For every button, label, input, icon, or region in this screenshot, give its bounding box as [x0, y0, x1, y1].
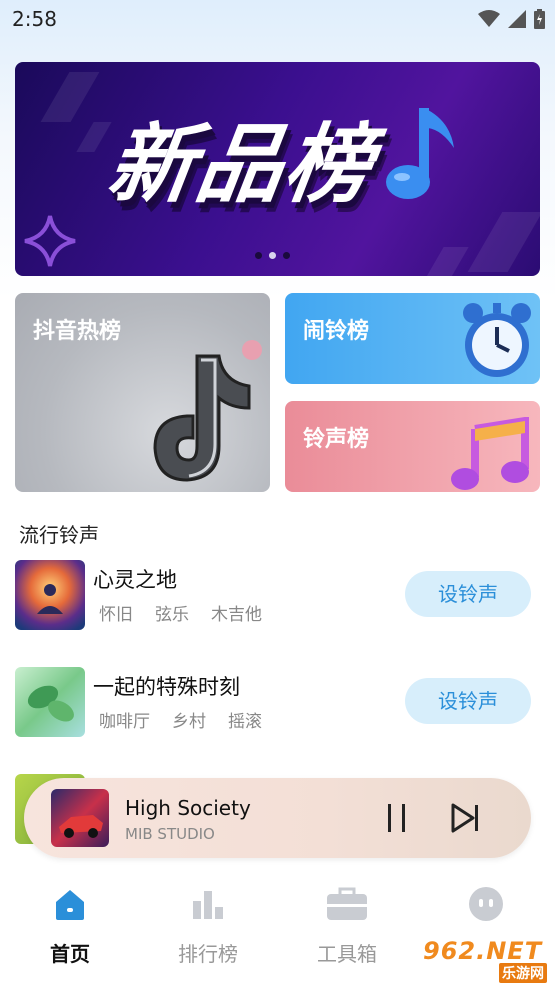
song-tag: 咖啡厅	[99, 712, 150, 732]
sparkle-icon	[24, 215, 76, 267]
profile-icon	[469, 887, 503, 921]
battery-icon	[534, 9, 545, 29]
song-list-item[interactable]: 一起的特殊时刻 咖啡厅 乡村 摇滚 设铃声	[15, 667, 540, 737]
player-artist: MIB STUDIO	[125, 825, 215, 843]
music-note-icon	[386, 108, 454, 199]
status-icons	[478, 9, 545, 29]
watermark-text: 962.NET	[423, 937, 543, 965]
wifi-icon	[478, 10, 500, 27]
douyin-chart-card[interactable]: 抖音热榜	[15, 293, 270, 492]
player-title: High Society	[125, 796, 251, 820]
pause-icon[interactable]	[382, 802, 412, 834]
toolbox-icon	[327, 887, 367, 920]
song-tags: 怀旧 弦乐 木吉他	[99, 600, 262, 625]
tab-toolbox[interactable]: 工具箱	[292, 882, 402, 967]
tab-profile[interactable]	[431, 882, 541, 938]
status-time: 2:58	[12, 7, 57, 31]
alarm-clock-icon	[463, 303, 531, 377]
carousel-dots	[255, 252, 290, 259]
tiktok-logo-icon	[153, 340, 262, 482]
home-icon	[56, 890, 84, 920]
song-tag: 乡村	[172, 712, 206, 732]
skip-next-icon[interactable]	[449, 802, 481, 834]
song-cover	[15, 667, 85, 737]
carousel-dot[interactable]	[283, 252, 290, 259]
song-cover	[15, 560, 85, 630]
song-title: 一起的特殊时刻	[93, 675, 240, 699]
alarm-chart-card[interactable]: 闹铃榜	[285, 293, 540, 384]
carousel-dot[interactable]	[269, 252, 276, 259]
section-title: 流行铃声	[19, 523, 99, 547]
watermark-subtext: 乐游网	[499, 963, 547, 983]
music-notes-icon	[451, 417, 529, 490]
set-ringtone-button[interactable]: 设铃声	[405, 678, 531, 724]
banner-carousel[interactable]: 新品榜	[15, 62, 540, 276]
song-tag: 摇滚	[228, 712, 262, 732]
song-list-item[interactable]: 心灵之地 怀旧 弦乐 木吉他 设铃声	[15, 560, 540, 630]
tab-label: 排行榜	[178, 942, 238, 966]
ringtone-chart-label: 铃声榜	[303, 427, 370, 452]
player-cover	[51, 789, 109, 847]
site-watermark: 962.NET 乐游网	[415, 935, 555, 983]
status-bar: 2:58	[0, 0, 555, 38]
song-tag: 木吉他	[211, 605, 262, 625]
bar-chart-icon	[193, 891, 223, 919]
tab-label: 首页	[50, 942, 90, 966]
song-title: 心灵之地	[93, 568, 177, 592]
song-tags: 咖啡厅 乡村 摇滚	[99, 707, 262, 732]
ringtone-chart-card[interactable]: 铃声榜	[285, 401, 540, 492]
signal-icon	[508, 10, 526, 28]
banner-title: 新品榜	[101, 115, 380, 215]
douyin-chart-label: 抖音热榜	[33, 319, 122, 344]
song-tag: 弦乐	[155, 605, 189, 625]
mini-player[interactable]: High Society MIB STUDIO	[24, 778, 531, 858]
alarm-chart-label: 闹铃榜	[303, 319, 370, 344]
tab-home[interactable]: 首页	[15, 882, 125, 967]
song-tag: 怀旧	[99, 605, 133, 625]
carousel-dot[interactable]	[255, 252, 262, 259]
set-ringtone-button[interactable]: 设铃声	[405, 571, 531, 617]
tab-ranking[interactable]: 排行榜	[153, 882, 263, 967]
tab-label: 工具箱	[317, 942, 377, 966]
